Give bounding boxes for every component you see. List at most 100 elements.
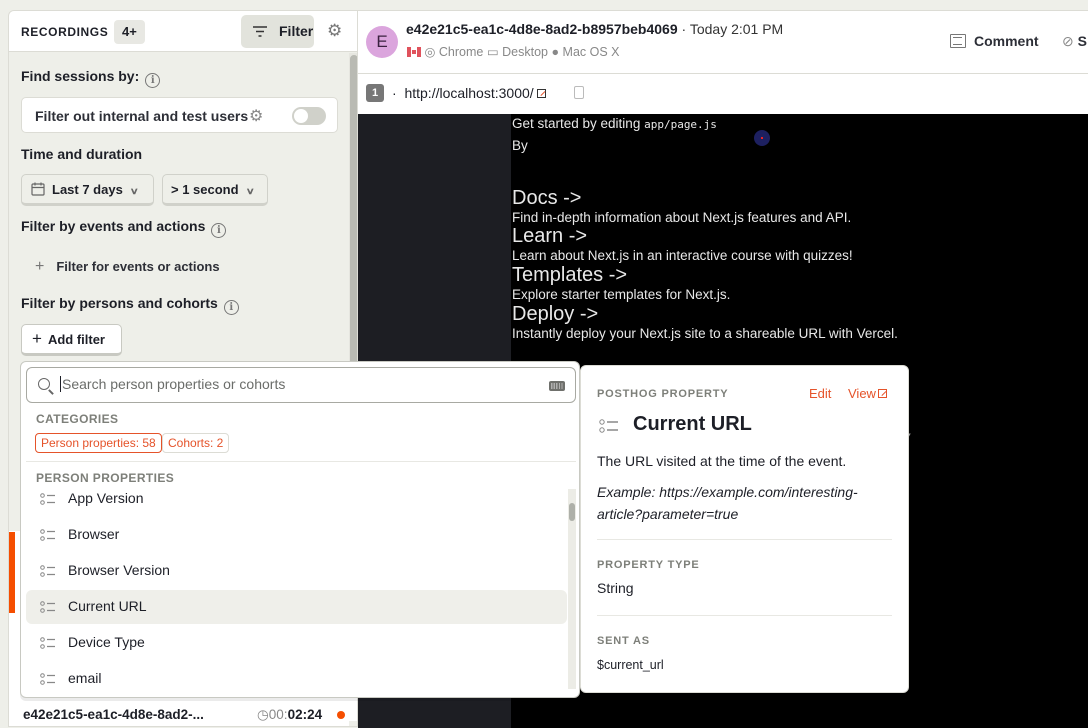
share-button[interactable]: ⊘ S [1062, 33, 1087, 50]
comment-label: Comment [974, 33, 1039, 49]
property-icon [40, 565, 55, 577]
external-link-icon [877, 389, 887, 398]
card-title: Templates -> [512, 264, 628, 286]
search-field[interactable] [26, 367, 576, 403]
session-time: · Today 2:01 PM [681, 21, 784, 37]
list-item-label: Browser Version [68, 562, 170, 578]
get-started-code: app/page.js [644, 118, 717, 131]
session-list-item[interactable]: e42e21c5-ea1c-4d8e-8ad2-... ◷00:02:24 [9, 701, 349, 726]
list-item[interactable]: Device Type [26, 626, 567, 660]
chip-person-properties[interactable]: Person properties: 58 [35, 433, 162, 453]
property-icon [40, 529, 55, 541]
divider [597, 615, 892, 616]
recordings-header: RECORDINGS 4+ Filter ⚙ [9, 11, 357, 52]
list-item[interactable]: App Version [26, 489, 567, 516]
property-icon [40, 493, 55, 505]
internal-users-toggle[interactable] [292, 107, 326, 125]
duration-main: 02:24 [287, 707, 323, 722]
persons-cohorts-heading: Filter by persons and cohorts i [21, 295, 239, 315]
list-item-label: Current URL [68, 598, 147, 614]
search-input[interactable] [60, 376, 530, 392]
list-item[interactable]: email [26, 662, 567, 696]
comment-button[interactable]: Comment [950, 33, 1039, 49]
search-icon [38, 378, 50, 390]
chevron-down-icon: ∨ [245, 186, 255, 196]
internal-users-label: Filter out internal and test users [35, 108, 249, 124]
active-session-indicator [9, 532, 15, 613]
calendar-icon [31, 182, 45, 196]
live-dot [337, 711, 345, 719]
duration-value: > 1 second [171, 182, 239, 197]
property-definition-popover: POSTHOG PROPERTY Edit View Current URL T… [580, 365, 909, 693]
add-filter-label: Add filter [47, 332, 105, 347]
add-filter-button[interactable]: + Add filter [21, 324, 122, 356]
info-icon[interactable]: i [145, 73, 161, 88]
card-desc: Explore starter templates for Next.js. [512, 287, 731, 302]
info-icon[interactable]: i [211, 223, 227, 238]
divider [26, 461, 576, 462]
plus-icon: + [32, 329, 42, 348]
date-range-select[interactable]: Last 7 days ∨ [21, 174, 154, 206]
property-type-value: String [597, 580, 634, 596]
property-picker-dropdown: CATEGORIES Person properties: 58 Cohorts… [20, 361, 580, 698]
device-label: Desktop [502, 45, 548, 59]
card-title: Deploy -> [512, 303, 599, 325]
events-actions-heading: Filter by events and actions i [21, 218, 227, 238]
view-link[interactable]: View [848, 386, 887, 401]
recordings-title: RECORDINGS [21, 25, 109, 39]
divider [597, 539, 892, 540]
session-id: e42e21c5-ea1c-4d8e-8ad2-... [23, 707, 204, 722]
copy-icon[interactable] [574, 86, 584, 99]
link-icon: ⊘ [1062, 33, 1074, 49]
session-title: e42e21c5-ea1c-4d8e-8ad2-b8957beb4069 · T… [406, 21, 783, 37]
get-started-label: Get started by editing [512, 116, 645, 131]
canada-flag-icon [407, 47, 421, 57]
external-link-icon[interactable] [536, 89, 546, 98]
list-item[interactable]: Browser [26, 518, 567, 552]
popover-example: Example: https://example.com/interesting… [597, 484, 858, 522]
desktop-icon: ▭ [486, 45, 499, 59]
filter-button[interactable]: Filter [241, 15, 314, 48]
find-sessions-label: Find sessions by: [21, 68, 140, 84]
session-id-heading[interactable]: e42e21c5-ea1c-4d8e-8ad2-b8957beb4069 [406, 21, 678, 37]
plus-icon: + [35, 258, 45, 275]
settings-gear-icon[interactable]: ⚙ [327, 22, 345, 40]
list-item-highlighted[interactable]: Current URL [26, 590, 567, 624]
by-text: By [512, 138, 528, 153]
popover-description: The URL visited at the time of the event… [597, 453, 847, 469]
clock-icon: ◷ [257, 707, 269, 722]
info-icon[interactable]: i [223, 300, 239, 315]
session-duration: ◷00:02:24 [257, 707, 322, 723]
events-actions-label: Filter by events and actions [21, 218, 206, 234]
card-desc: Learn about Next.js in an interactive co… [512, 248, 853, 263]
categories-heading: CATEGORIES [36, 412, 119, 426]
edit-link[interactable]: Edit [809, 386, 831, 401]
list-item-label: email [68, 670, 102, 686]
add-event-filter-button[interactable]: + Filter for events or actions [35, 258, 220, 276]
property-icon [40, 637, 55, 649]
gear-icon[interactable]: ⚙ [249, 106, 263, 126]
internal-users-filter: Filter out internal and test users ⚙ [21, 97, 338, 133]
os-label: Mac OS X [562, 45, 620, 59]
view-link-label: View [848, 386, 876, 401]
duration-select[interactable]: > 1 second ∨ [162, 174, 268, 206]
card-title: Learn -> [512, 225, 588, 247]
list-scrollbar-thumb[interactable] [569, 503, 575, 521]
url-bar: 1 · http://localhost:3000/ [358, 74, 1088, 114]
filter-button-label: Filter [279, 23, 314, 39]
list-item-label: App Version [68, 490, 144, 506]
persons-cohorts-label: Filter by persons and cohorts [21, 295, 218, 311]
list-item-label: Browser [68, 526, 120, 542]
property-icon [40, 601, 55, 613]
get-started-text: Get started by editing app/page.js [512, 116, 717, 131]
recordings-count-badge: 4+ [114, 20, 145, 44]
session-meta: ◎ Chrome ▭ Desktop ● Mac OS X [407, 44, 620, 59]
comment-icon [950, 34, 966, 48]
keyboard-icon [549, 381, 565, 391]
list-item[interactable]: Browser Version [26, 554, 567, 588]
chip-cohorts[interactable]: Cohorts: 2 [162, 433, 230, 453]
current-url[interactable]: · http://localhost:3000/ [392, 85, 546, 101]
avatar: E [366, 26, 398, 58]
property-icon [40, 673, 55, 685]
url-separator: · [392, 85, 397, 101]
